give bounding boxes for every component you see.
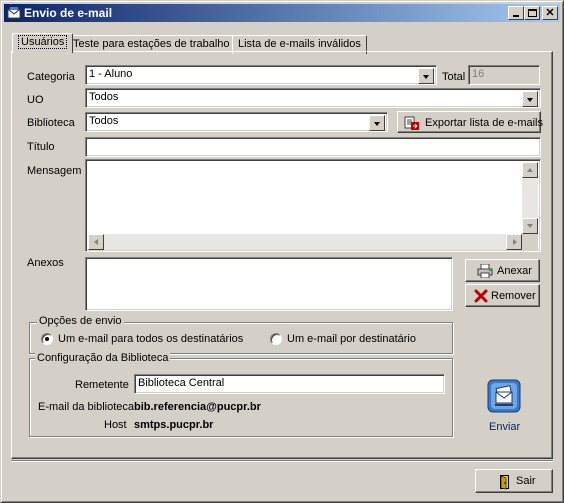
remove-x-icon [474,289,488,303]
sair-label: Sair [516,475,536,487]
sair-button[interactable]: Sair [475,469,553,493]
exportar-lista-label: Exportar lista de e-mails [425,117,543,129]
total-value: 16 [472,68,485,80]
tab-usuarios-label: Usuários [18,35,68,49]
mensagem-scroll-up[interactable] [522,162,538,178]
opcoes-envio-legend: Opções de envio [37,315,124,327]
remover-label: Remover [491,290,536,302]
remover-button[interactable]: Remover [465,284,540,307]
tab-teste-estacoes-label: Teste para estações de trabalho [73,38,230,50]
biblioteca-label: Biblioteca [27,117,75,129]
exit-door-icon [500,475,509,490]
anexos-label: Anexos [27,257,64,269]
categoria-select[interactable]: 1 - Aluno [85,65,437,85]
uo-dropdown-icon[interactable] [522,91,538,107]
radio-um-email-todos[interactable] [41,333,53,345]
total-field: 16 [468,65,540,85]
arrow-up-icon [527,168,533,172]
radio-um-email-por-destinatario-label[interactable]: Um e-mail por destinatário [287,333,416,345]
close-button[interactable]: ✕ [542,6,558,20]
arrow-left-icon [94,239,98,245]
export-list-icon [404,116,419,130]
tab-usuarios[interactable]: Usuários [12,33,74,53]
uo-label: UO [27,94,44,106]
config-biblioteca-legend: Configuração da Biblioteca [35,352,171,364]
uo-select[interactable]: Todos [85,88,541,108]
categoria-dropdown-icon[interactable] [418,68,434,84]
anexos-list[interactable] [85,257,453,311]
radio-um-email-todos-label[interactable]: Um e-mail para todos os destinatários [58,333,243,345]
email-biblioteca-value: bib.referencia@pucpr.br [134,401,261,413]
categoria-value: 1 - Aluno [89,68,133,80]
minimize-button[interactable] [508,6,524,20]
mensagem-scroll-left[interactable] [88,234,104,250]
enviar-label: Enviar [489,421,521,433]
maximize-icon [528,9,537,17]
total-label: Total [442,71,466,83]
app-mail-icon [7,7,21,19]
categoria-label: Categoria [27,71,75,83]
send-mail-icon [487,379,521,413]
email-biblioteca-label: E-mail da biblioteca [38,401,134,413]
printer-icon [477,264,493,278]
uo-value: Todos [89,91,119,103]
mensagem-scroll-down[interactable] [522,218,538,234]
mensagem-hscroll[interactable] [88,234,522,250]
email-window: Envio de e-mail ✕ Usuários Teste para es… [0,0,564,503]
biblioteca-select[interactable]: Todos [85,112,388,132]
remetente-value: Biblioteca Central [138,377,225,389]
biblioteca-dropdown-icon[interactable] [369,115,385,131]
window-title: Envio de e-mail [24,6,113,20]
minimize-icon [513,15,519,17]
arrow-right-icon [513,239,517,245]
enviar-button[interactable]: Enviar [479,379,531,437]
anexar-label: Anexar [497,265,532,277]
anexar-button[interactable]: Anexar [465,259,540,282]
tab-lista-invalidos-label: Lista de e-mails inválidos [238,38,361,50]
scroll-corner [522,234,538,250]
exportar-lista-button[interactable]: Exportar lista de e-mails [397,111,543,133]
mensagem-label: Mensagem [27,165,82,177]
bottom-separator [11,460,553,462]
remetente-label: Remetente [75,379,129,391]
config-biblioteca-group [29,358,453,437]
mensagem-scroll-right[interactable] [506,234,522,250]
close-icon: ✕ [545,7,555,19]
arrow-down-icon [527,224,533,228]
maximize-button[interactable] [524,6,540,20]
biblioteca-value: Todos [89,115,119,127]
radio-um-email-por-destinatario[interactable] [270,333,282,345]
host-label: Host [104,419,127,431]
titulo-input[interactable] [85,137,541,157]
remetente-input[interactable]: Biblioteca Central [134,374,445,394]
title-bar[interactable]: Envio de e-mail ✕ [4,4,560,22]
mensagem-textarea[interactable] [85,159,541,252]
titulo-label: Título [27,141,55,153]
host-value: smtps.pucpr.br [134,419,214,431]
